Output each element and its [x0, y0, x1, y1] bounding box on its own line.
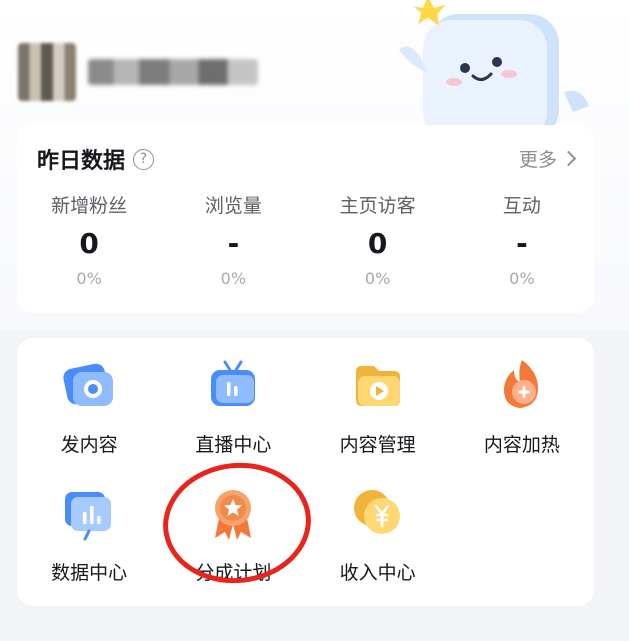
yesterday-data-card: 昨日数据 ? 更多 新增粉丝 0 0% 浏览量 - 0% 主页访客 0 0% 互…: [17, 125, 594, 313]
stat-value: 0: [79, 227, 99, 260]
tools-grid: 发内容 直播中心 内容管理 内容加热 数据中心 分成计划 收入中心: [17, 356, 594, 598]
folder-play-icon: [355, 366, 400, 406]
tools-card: 发内容 直播中心 内容管理 内容加热 数据中心 分成计划 收入中心: [17, 338, 594, 606]
help-icon[interactable]: ?: [133, 148, 155, 170]
more-link[interactable]: 更多: [518, 145, 577, 172]
card-title: 昨日数据 ?: [37, 143, 155, 175]
stat-value: -: [516, 227, 528, 260]
username-blurred: [88, 59, 258, 85]
tool-revenue-share-plan[interactable]: 分成计划: [161, 484, 305, 598]
tool-label: 收入中心: [339, 562, 416, 584]
card-title-text: 昨日数据: [37, 149, 126, 174]
yen-coin-icon: [353, 490, 400, 534]
tool-label: 直播中心: [195, 434, 272, 456]
more-link-text: 更多: [518, 149, 557, 171]
tool-label: 内容加热: [483, 434, 560, 456]
stat-percent: 0%: [509, 269, 535, 288]
stat-interactions[interactable]: 互动 - 0%: [450, 191, 594, 288]
tool-live-center[interactable]: 直播中心: [161, 356, 305, 470]
tool-label: 分成计划: [195, 562, 272, 584]
bar-chart-icon: [65, 492, 112, 541]
stat-value: 0: [367, 227, 388, 260]
stat-percent: 0%: [220, 269, 247, 288]
medal-star-icon: [215, 490, 252, 540]
tool-label: 内容管理: [339, 434, 416, 456]
stat-label: 新增粉丝: [51, 195, 128, 217]
tool-data-center[interactable]: 数据中心: [17, 484, 161, 598]
stat-new-fans[interactable]: 新增粉丝 0 0%: [17, 191, 161, 288]
profile-header[interactable]: [18, 43, 258, 101]
stat-label: 浏览量: [204, 195, 262, 217]
chevron-right-icon: [560, 150, 577, 167]
tool-label: 数据中心: [51, 562, 128, 584]
live-tv-icon: [211, 360, 256, 406]
tool-publish-content[interactable]: 发内容: [17, 356, 161, 470]
stat-label: 互动: [502, 195, 541, 217]
flame-plus-icon: [503, 360, 538, 408]
stat-value: -: [227, 227, 240, 260]
tool-label: 发内容: [60, 434, 118, 456]
avatar[interactable]: [18, 43, 76, 101]
stat-percent: 0%: [364, 269, 391, 288]
stat-views[interactable]: 浏览量 - 0%: [161, 191, 305, 288]
tool-content-boost[interactable]: 内容加热: [450, 356, 594, 470]
stat-percent: 0%: [76, 269, 102, 288]
stats-row: 新增粉丝 0 0% 浏览量 - 0% 主页访客 0 0% 互动 - 0%: [17, 191, 594, 288]
tool-content-management[interactable]: 内容管理: [306, 356, 450, 470]
stat-profile-visitors[interactable]: 主页访客 0 0%: [306, 191, 450, 288]
stat-label: 主页访客: [339, 195, 416, 217]
tool-income-center[interactable]: 收入中心: [306, 484, 450, 598]
camera-icon: [63, 363, 114, 406]
